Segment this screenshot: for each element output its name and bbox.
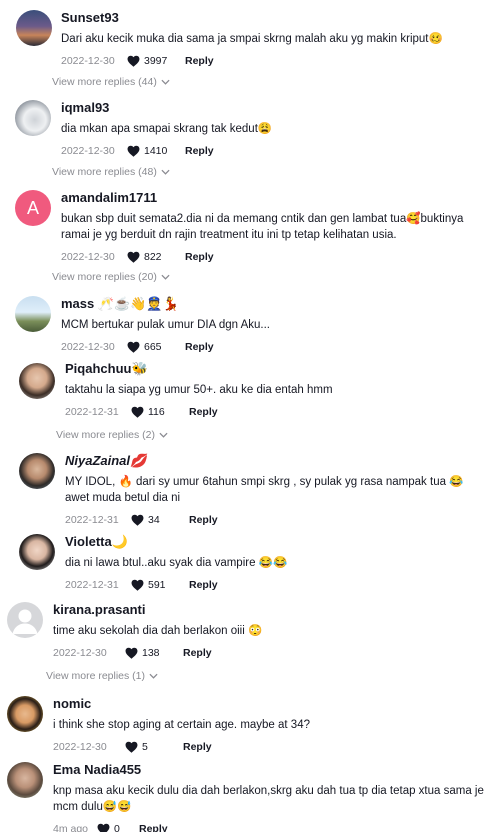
heart-icon [131,579,144,591]
like-button[interactable]: 3997 [127,55,185,67]
view-more-replies[interactable]: View more replies (1) [46,670,158,682]
like-button[interactable]: 5 [125,741,183,753]
comment-text: i think she stop aging at certain age. m… [53,719,310,731]
comment-text: bukan sbp duit semata2.dia ni da memang … [61,213,464,241]
view-more-label: View more replies (44) [52,76,157,88]
chevron-down-icon [149,673,158,679]
avatar[interactable] [19,534,55,570]
comment-date: 2022-12-30 [61,145,115,157]
like-count: 5 [142,741,148,753]
heart-icon [127,341,140,353]
avatar[interactable] [19,363,55,399]
comment-date: 2022-12-30 [53,647,107,659]
comment-date: 2022-12-30 [61,251,115,263]
like-count: 116 [148,406,165,418]
comment-text: time aku sekolah dia dah berlakon oiii 😳 [53,625,263,637]
comment-username[interactable]: nomic [53,696,490,712]
comment-username[interactable]: mass 🥂☕👋👮💃 [61,296,490,312]
comment-date: 2022-12-30 [61,341,115,353]
chevron-down-icon [161,169,170,175]
avatar[interactable] [7,602,43,638]
comment-username[interactable]: Sunset93 [61,10,490,26]
comment-date: 4m ago [53,823,89,832]
reply-button[interactable]: Reply [139,823,168,832]
like-count: 3997 [144,55,168,67]
view-more-label: View more replies (1) [46,670,146,682]
comment-date: 2022-12-30 [53,741,107,753]
comment-username[interactable]: iqmal93 [61,100,490,116]
comment-text: MCM bertukar pulak umur DIA dgn Aku... [61,319,271,331]
comment-username[interactable]: Ema Nadia455 [53,762,490,778]
heart-icon [127,251,140,263]
heart-icon [127,145,140,157]
comment-date: 2022-12-31 [65,514,119,526]
comment-text: Dari aku kecik muka dia sama ja smpai sk… [61,33,443,45]
heart-icon [125,647,138,659]
view-more-label: View more replies (2) [56,429,156,441]
comment-text: dia ni lawa btul..aku syak dia vampire 😂… [65,557,288,569]
like-button[interactable]: 138 [125,647,183,659]
reply-button[interactable]: Reply [183,647,212,659]
comment-date: 2022-12-31 [65,579,119,591]
like-count: 34 [148,514,160,526]
heart-icon [127,55,140,67]
view-more-replies[interactable]: View more replies (44) [52,76,170,88]
like-button[interactable]: 34 [131,514,189,526]
reply-button[interactable]: Reply [185,145,214,157]
like-button[interactable]: 0 [97,823,139,832]
comment-date: 2022-12-31 [65,406,119,418]
view-more-label: View more replies (20) [52,271,157,283]
like-count: 138 [142,647,160,659]
like-button[interactable]: 822 [127,251,185,263]
avatar[interactable] [7,762,43,798]
view-more-replies[interactable]: View more replies (48) [52,166,170,178]
avatar[interactable] [15,100,51,136]
comment-username[interactable]: kirana.prasanti [53,602,490,618]
reply-button[interactable]: Reply [189,514,218,526]
avatar[interactable] [19,453,55,489]
comment-text: taktahu la siapa yg umur 50+. aku ke dia… [65,384,333,396]
like-count: 665 [144,341,162,353]
comment-username[interactable]: amandalim1711 [61,190,490,206]
heart-icon [97,823,110,832]
like-button[interactable]: 591 [131,579,189,591]
heart-icon [131,406,144,418]
like-count: 822 [144,251,162,263]
avatar[interactable] [16,10,52,46]
reply-button[interactable]: Reply [189,579,218,591]
heart-icon [125,741,138,753]
reply-button[interactable]: Reply [185,55,214,67]
comment-username[interactable]: Violetta🌙 [65,534,490,550]
view-more-label: View more replies (48) [52,166,157,178]
reply-button[interactable]: Reply [185,251,214,263]
chevron-down-icon [161,79,170,85]
avatar[interactable] [15,296,51,332]
comment-username[interactable]: Piqahchuu🐝 [65,361,490,377]
like-button[interactable]: 665 [127,341,185,353]
comment-text: dia mkan apa smapai skrang tak kedut😩 [61,123,273,135]
view-more-replies[interactable]: View more replies (2) [56,429,168,441]
like-count: 1410 [144,145,168,157]
heart-icon [131,514,144,526]
reply-button[interactable]: Reply [183,741,212,753]
avatar-letter: A [26,197,39,218]
like-count: 591 [148,579,166,591]
like-button[interactable]: 116 [131,406,189,418]
reply-button[interactable]: Reply [185,341,214,353]
comment-date: 2022-12-30 [61,55,115,67]
comment-text: MY IDOL, 🔥 dari sy umur 6tahun smpi skrg… [65,476,464,504]
default-user-icon [12,609,38,634]
comment-username[interactable]: NiyaZainal💋 [65,453,490,469]
view-more-replies[interactable]: View more replies (20) [52,271,170,283]
reply-button[interactable]: Reply [189,406,218,418]
chevron-down-icon [159,432,168,438]
avatar[interactable] [7,696,43,732]
like-button[interactable]: 1410 [127,145,185,157]
like-count: 0 [114,823,120,832]
comment-text: knp masa aku kecik dulu dia dah berlakon… [53,785,484,813]
avatar[interactable]: A [15,190,51,226]
chevron-down-icon [161,274,170,280]
